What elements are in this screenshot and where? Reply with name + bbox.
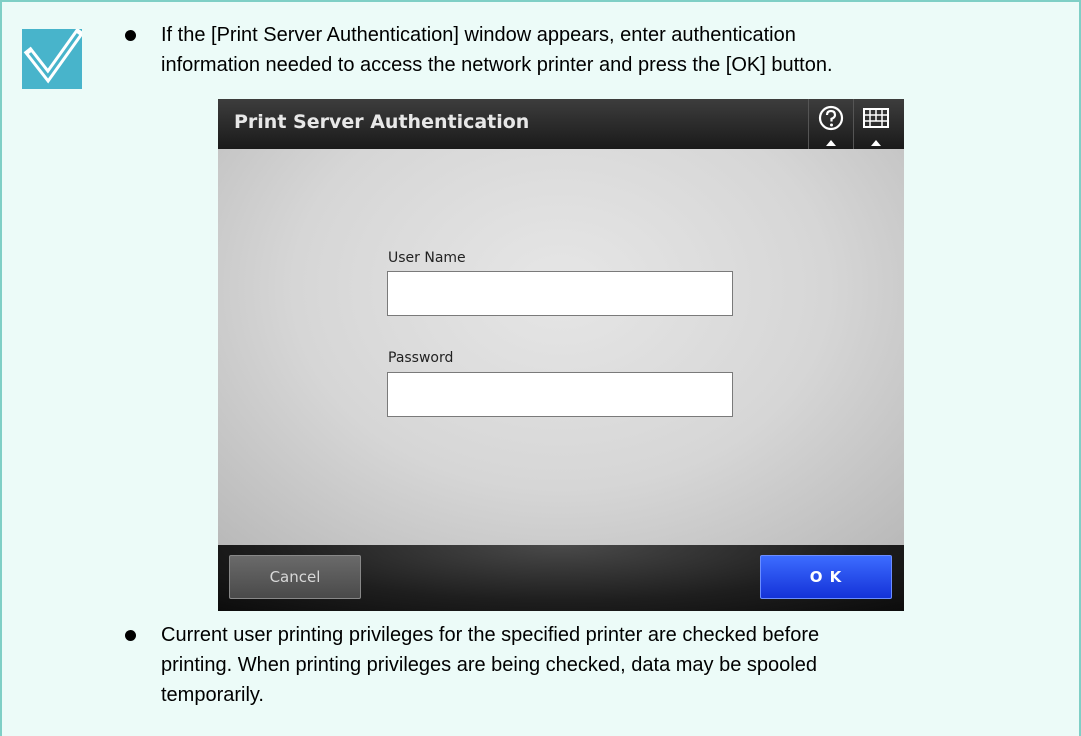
bullet-dot (125, 630, 136, 641)
user-name-label: User Name (388, 250, 466, 266)
print-server-authentication-screen: Print Server Authentication User Name Pa… (218, 99, 904, 611)
keyboard-button[interactable] (853, 99, 897, 149)
cancel-button[interactable]: Cancel (229, 555, 361, 599)
checkmark-icon (22, 29, 82, 89)
dialog-title: Print Server Authentication (234, 111, 530, 133)
expand-arrow-icon (825, 140, 836, 146)
password-field[interactable] (387, 372, 733, 417)
title-bar: Print Server Authentication (218, 99, 904, 149)
password-label: Password (388, 350, 454, 366)
hint-panel: If the [Print Server Authentication] win… (0, 0, 1081, 736)
bullet-dot (125, 30, 136, 41)
button-bar: Cancel O K (218, 545, 904, 611)
bullet-item: If the [Print Server Authentication] win… (125, 20, 1069, 90)
help-icon (818, 105, 844, 131)
keyboard-icon (863, 108, 889, 128)
user-name-field[interactable] (387, 271, 733, 316)
dialog-content: User Name Password (218, 149, 904, 545)
bullet-item: Current user printing privileges for the… (125, 620, 1069, 720)
note-text: If the [Print Server Authentication] win… (161, 24, 833, 76)
note-text: Current user printing privileges for the… (161, 624, 820, 706)
expand-arrow-icon (870, 140, 881, 146)
help-button[interactable] (808, 99, 852, 149)
ok-button[interactable]: O K (760, 555, 892, 599)
